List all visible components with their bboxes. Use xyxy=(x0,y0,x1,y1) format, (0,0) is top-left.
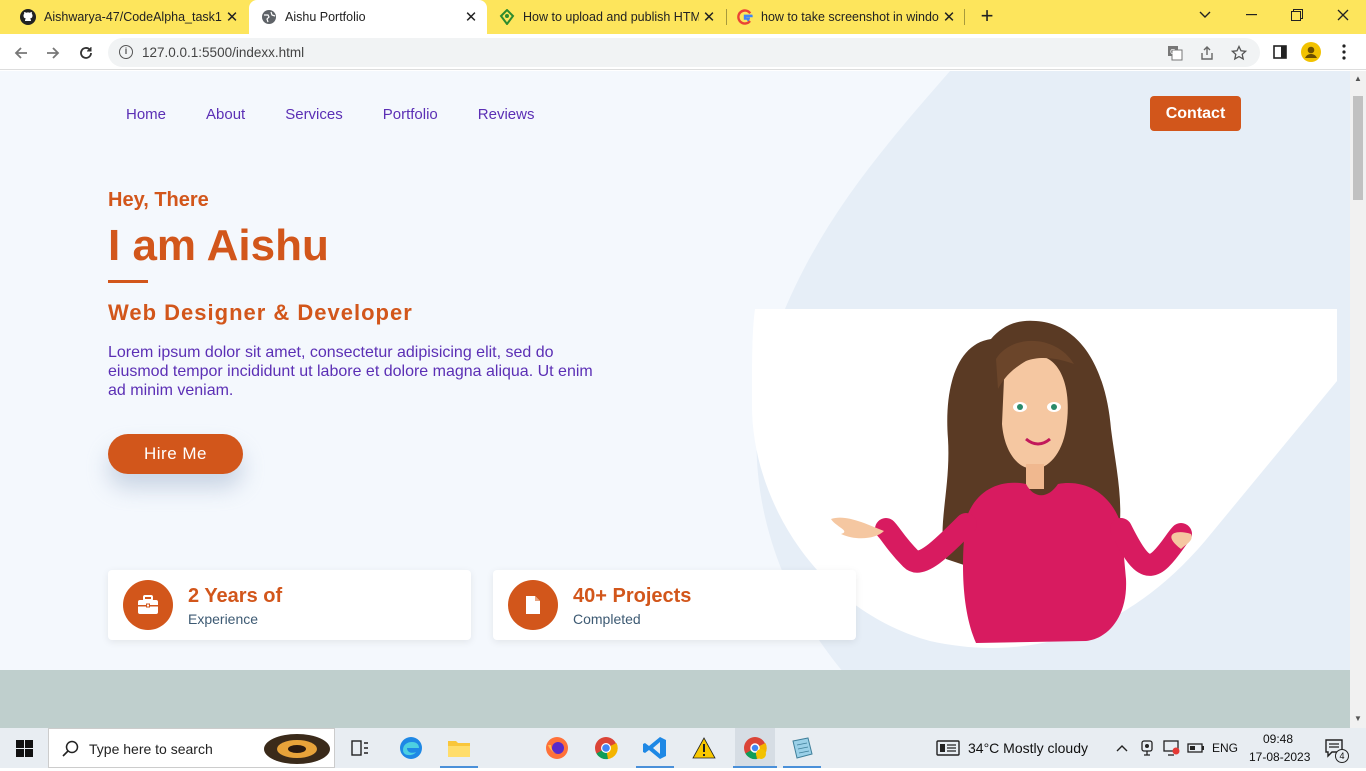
next-section-band xyxy=(0,670,1350,728)
stat-card-experience: 2 Years of Experience xyxy=(108,570,471,640)
search-highlight-icon xyxy=(263,732,331,771)
close-tab-icon[interactable]: ✕ xyxy=(699,8,719,26)
taskbar-search-box[interactable]: Type here to search xyxy=(48,728,335,768)
reload-button[interactable] xyxy=(73,40,99,66)
windows-taskbar: Type here to search 34°C Mostly cloudy E… xyxy=(0,728,1366,768)
close-tab-icon[interactable]: ✕ xyxy=(461,8,481,26)
chrome-profile-icon[interactable] xyxy=(735,728,775,768)
vscode-icon[interactable] xyxy=(639,728,671,768)
notification-count-badge: 4 xyxy=(1335,749,1349,763)
forward-button[interactable] xyxy=(40,40,66,66)
globe-icon xyxy=(261,9,277,25)
top-nav: Home About Services Portfolio Reviews xyxy=(126,106,574,123)
restore-button[interactable] xyxy=(1274,0,1320,30)
bookmark-star-icon[interactable] xyxy=(1230,44,1248,62)
tab-separator xyxy=(964,9,965,25)
search-icon xyxy=(62,740,79,762)
site-info-icon[interactable]: i xyxy=(119,45,133,59)
svg-text:G: G xyxy=(1170,48,1175,56)
tab-google-screenshot[interactable]: how to take screenshot in windo ✕ xyxy=(727,0,965,34)
back-button[interactable] xyxy=(8,40,34,66)
warning-app-icon[interactable] xyxy=(688,728,720,768)
file-explorer-icon[interactable] xyxy=(443,728,475,768)
tab-title: how to take screenshot in windo xyxy=(761,10,939,24)
tab-title: Aishu Portfolio xyxy=(285,10,366,24)
close-tab-icon[interactable]: ✕ xyxy=(939,8,959,26)
tab-title: How to upload and publish HTML xyxy=(523,10,699,24)
stat-card-projects: 40+ Projects Completed xyxy=(493,570,856,640)
firefox-icon[interactable] xyxy=(541,728,573,768)
notepad-icon[interactable] xyxy=(786,728,818,768)
tab-upload-html[interactable]: How to upload and publish HTML ✕ xyxy=(487,0,725,34)
page-scrollbar[interactable]: ▲ ▼ xyxy=(1350,71,1366,728)
nav-about[interactable]: About xyxy=(206,106,245,123)
tab-strip: Aishwarya-47/CodeAlpha_task1 ✕ Aishu Por… xyxy=(0,0,1366,34)
nav-portfolio[interactable]: Portfolio xyxy=(383,106,438,123)
profile-avatar-icon[interactable] xyxy=(1301,42,1321,62)
role-subtitle: Web Designer & Developer xyxy=(108,300,413,325)
share-icon[interactable] xyxy=(1198,44,1216,62)
page-viewport: Home About Services Portfolio Reviews Co… xyxy=(0,71,1350,728)
close-tab-icon[interactable]: ✕ xyxy=(222,8,242,26)
browser-toolbar: i 127.0.0.1:5500/indexx.html G xyxy=(0,34,1366,70)
tab-aishu-portfolio[interactable]: Aishu Portfolio ✕ xyxy=(249,0,487,34)
display-icon[interactable] xyxy=(1162,728,1182,768)
clock-time[interactable]: 09:48 xyxy=(1263,732,1293,746)
nav-reviews[interactable]: Reviews xyxy=(478,106,535,123)
scrollbar-thumb[interactable] xyxy=(1353,96,1363,200)
task-view-icon[interactable] xyxy=(345,728,375,768)
search-placeholder: Type here to search xyxy=(89,741,213,757)
battery-icon[interactable] xyxy=(1186,728,1206,768)
greeting: Hey, There xyxy=(108,189,209,211)
language-indicator[interactable]: ENG xyxy=(1212,741,1238,755)
tab-github[interactable]: Aishwarya-47/CodeAlpha_task1 ✕ xyxy=(0,0,248,34)
page-title: I am Aishu xyxy=(108,221,329,270)
title-underline xyxy=(108,280,148,283)
tab-title: Aishwarya-47/CodeAlpha_task1 xyxy=(44,10,222,24)
meet-now-icon[interactable] xyxy=(1138,728,1156,768)
weather-text[interactable]: 34°C Mostly cloudy xyxy=(968,740,1088,756)
stat-title: 40+ Projects xyxy=(573,585,692,607)
close-window-button[interactable] xyxy=(1320,0,1366,30)
briefcase-icon xyxy=(123,580,173,630)
side-panel-icon[interactable] xyxy=(1270,42,1290,62)
google-icon xyxy=(737,9,753,25)
address-bar[interactable]: i 127.0.0.1:5500/indexx.html G xyxy=(108,38,1260,67)
show-hidden-icons[interactable] xyxy=(1113,728,1131,768)
weather-icon[interactable] xyxy=(934,728,962,768)
contact-button[interactable]: Contact xyxy=(1150,96,1241,131)
chrome-icon[interactable] xyxy=(590,728,622,768)
github-icon xyxy=(20,9,36,25)
windows-start-icon[interactable] xyxy=(0,728,48,768)
minimize-button[interactable] xyxy=(1228,0,1274,30)
scroll-up-icon[interactable]: ▲ xyxy=(1353,74,1363,84)
edge-icon[interactable] xyxy=(395,728,427,768)
translate-icon[interactable]: G xyxy=(1166,44,1184,62)
diamond-icon xyxy=(499,9,515,25)
tab-search-icon[interactable] xyxy=(1182,0,1228,30)
clock-date[interactable]: 17-08-2023 xyxy=(1249,750,1310,764)
hire-me-button[interactable]: Hire Me xyxy=(108,434,243,474)
nav-services[interactable]: Services xyxy=(285,106,343,123)
scroll-down-icon[interactable]: ▼ xyxy=(1353,714,1363,724)
url-text: 127.0.0.1:5500/indexx.html xyxy=(142,45,305,60)
browser-menu-icon[interactable] xyxy=(1334,42,1354,62)
stat-title: 2 Years of xyxy=(188,585,283,607)
new-tab-button[interactable]: + xyxy=(976,4,998,28)
intro-paragraph: Lorem ipsum dolor sit amet, consectetur … xyxy=(108,344,593,399)
stat-subtitle: Completed xyxy=(573,611,641,627)
nav-home[interactable]: Home xyxy=(126,106,166,123)
stat-subtitle: Experience xyxy=(188,611,259,627)
file-icon xyxy=(508,580,558,630)
hero-illustration xyxy=(831,320,1192,643)
